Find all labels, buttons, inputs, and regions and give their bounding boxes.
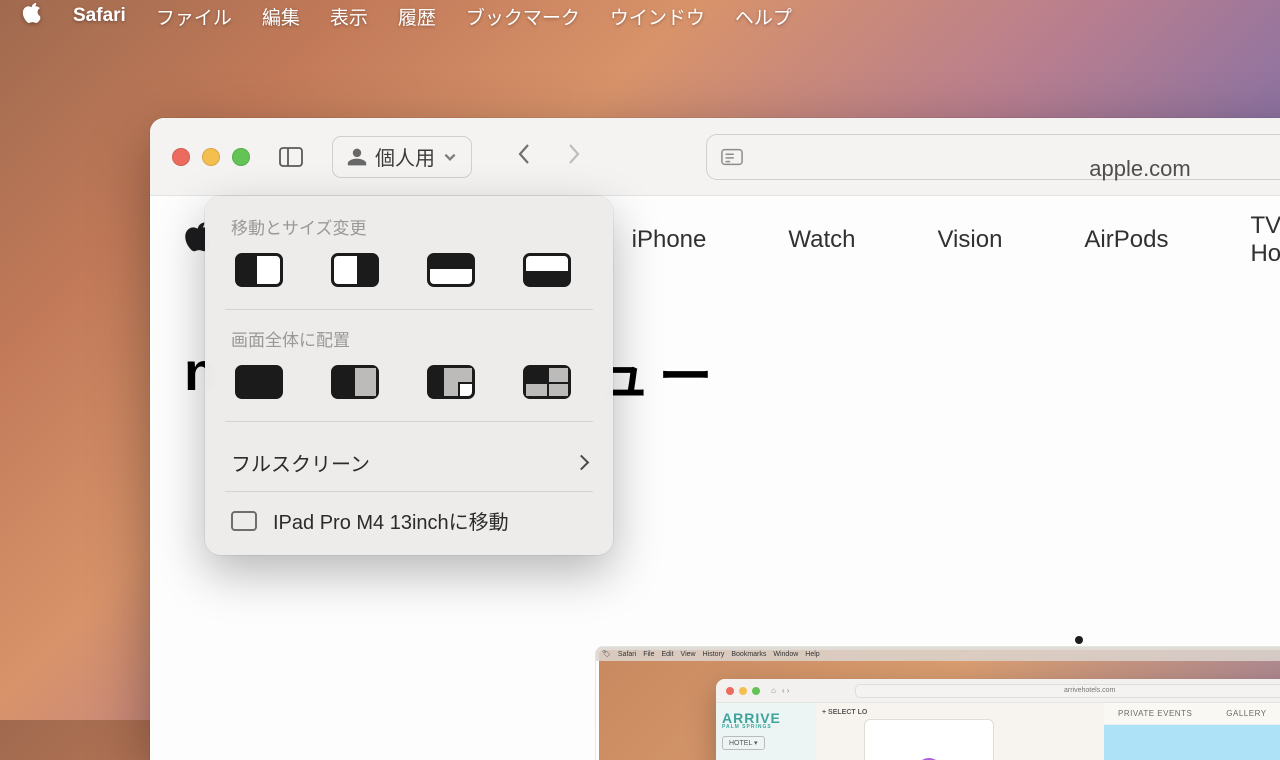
arrive-logo: ARRIVEPALM SPRINGS	[722, 711, 781, 730]
menubar-item-edit[interactable]: 編集	[262, 3, 300, 30]
address-bar[interactable]	[706, 134, 1280, 180]
person-icon	[347, 147, 367, 167]
nav-vision[interactable]: Vision	[937, 226, 1002, 254]
safari-window: 個人用 apple.com iPhone Watch Vis	[150, 118, 1280, 760]
ss-tab-gallery: GALLERY	[1226, 709, 1266, 718]
profile-label: 個人用	[375, 142, 435, 171]
tile-left-others-right[interactable]	[331, 365, 379, 399]
menubar-item-view[interactable]: 表示	[330, 3, 368, 30]
safari-toolbar: 個人用 apple.com	[150, 118, 1280, 196]
tile-quadrants[interactable]	[523, 365, 571, 399]
ss-mb-edit: Edit	[661, 651, 673, 658]
traffic-lights	[172, 148, 250, 166]
ss-mb-safari: Safari	[618, 651, 636, 658]
nav-watch[interactable]: Watch	[788, 226, 855, 254]
nav-arrows	[514, 143, 584, 170]
chevron-right-icon	[574, 455, 590, 471]
display-icon	[231, 511, 257, 531]
tile-bottom-half[interactable]	[523, 253, 571, 287]
forward-button[interactable]	[564, 143, 584, 170]
back-button[interactable]	[514, 143, 534, 170]
ss-mb-history: History	[703, 651, 725, 658]
section-move-resize: 移動とサイズ変更	[205, 214, 613, 249]
headline-right: ュー	[597, 332, 721, 411]
carousel-dot[interactable]	[1075, 636, 1083, 644]
menubar-item-window[interactable]: ウインドウ	[610, 3, 705, 30]
select-location-label: + SELECT LO	[822, 709, 867, 716]
profile-picker[interactable]: 個人用	[332, 136, 472, 178]
ss-mb-window: Window	[773, 651, 798, 658]
macos-menubar: Safari ファイル 編集 表示 履歴 ブックマーク ウインドウ ヘルプ	[0, 0, 1280, 32]
fullscreen-label: フルスクリーン	[231, 448, 370, 477]
promo-screenshot: 🏷 Safari File Edit View History Bookmark…	[595, 646, 1280, 760]
nav-iphone[interactable]: iPhone	[632, 226, 707, 254]
tile-fill[interactable]	[235, 365, 283, 399]
section-fill-screen: 画面全体に配置	[205, 326, 613, 361]
ss-mb-bookmarks: Bookmarks	[731, 651, 766, 658]
menubar-item-bookmarks[interactable]: ブックマーク	[466, 3, 580, 30]
move-to-label: IPad Pro M4 13inchに移動	[273, 506, 509, 535]
reader-mode-icon[interactable]	[721, 148, 743, 166]
ss-mb-view: View	[681, 651, 696, 658]
tile-right-half[interactable]	[331, 253, 379, 287]
window-zoom-button[interactable]	[232, 148, 250, 166]
window-arrange-menu: 移動とサイズ変更 画面全体に配置 フルスクリーン IPad Pro M4 13i…	[205, 196, 613, 555]
ss-address: arrivehotels.com	[855, 684, 1280, 698]
hotel-dropdown: HOTEL ▾	[722, 736, 765, 750]
window-close-button[interactable]	[172, 148, 190, 166]
ss-hero-photo	[1104, 725, 1280, 760]
ss-menubar: 🏷 Safari File Edit View History Bookmark…	[596, 647, 1280, 661]
menubar-app-name[interactable]: Safari	[73, 5, 126, 27]
move-to-display-item[interactable]: IPad Pro M4 13inchに移動	[205, 496, 613, 545]
tile-top-half[interactable]	[427, 253, 475, 287]
apple-logo-icon[interactable]	[22, 1, 43, 31]
chevron-down-icon	[443, 150, 457, 164]
ss-mb-file: File	[643, 651, 654, 658]
menubar-item-history[interactable]: 履歴	[398, 3, 436, 30]
menubar-item-help[interactable]: ヘルプ	[735, 3, 792, 30]
menubar-item-file[interactable]: ファイル	[156, 3, 232, 30]
tile-left-half[interactable]	[235, 253, 283, 287]
fullscreen-item[interactable]: フルスクリーン	[205, 438, 613, 487]
window-minimize-button[interactable]	[202, 148, 220, 166]
sidebar-toggle-button[interactable]	[272, 140, 310, 174]
ss-mb-help: Help	[805, 651, 819, 658]
ss-tab-events: PRIVATE EVENTS	[1118, 709, 1192, 718]
map-popup	[864, 719, 994, 760]
nav-airpods[interactable]: AirPods	[1084, 226, 1168, 254]
nav-tvhome[interactable]: TV & Hor	[1250, 212, 1280, 268]
tile-three-column[interactable]	[427, 365, 475, 399]
